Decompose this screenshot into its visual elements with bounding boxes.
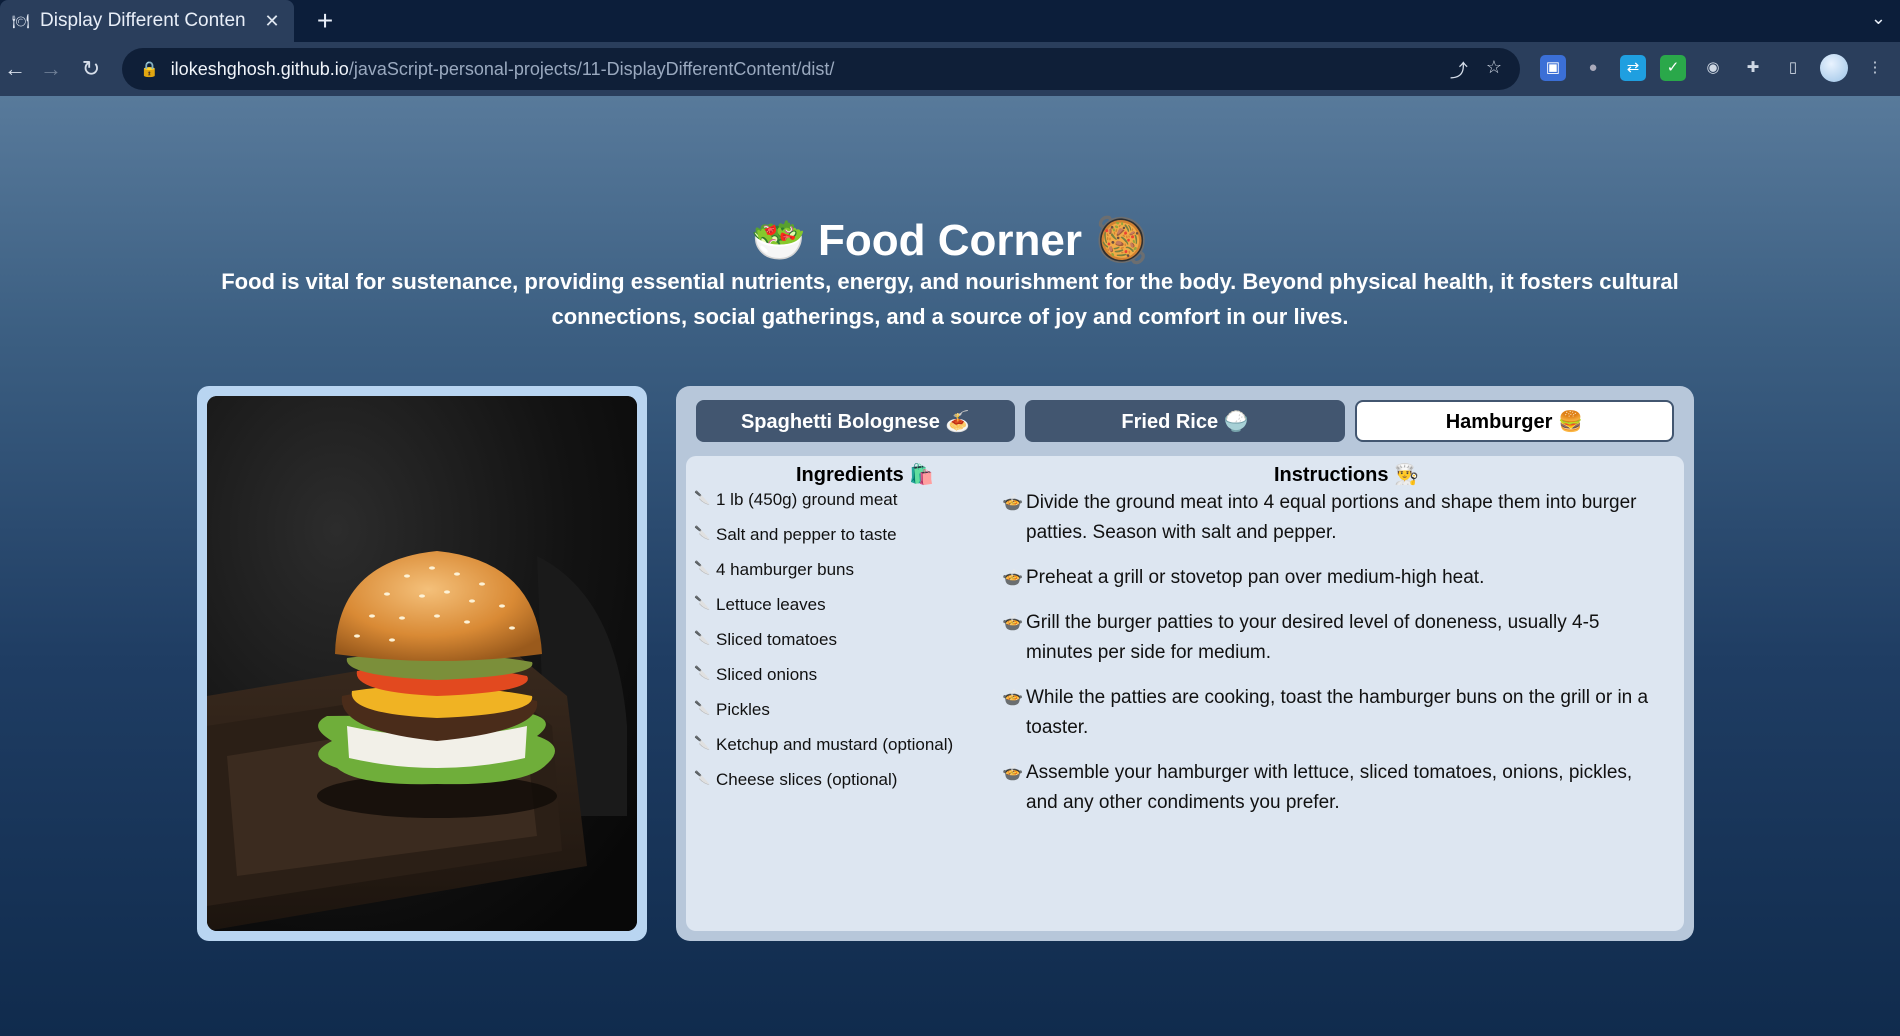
- share-icon[interactable]: ⤴: [1450, 57, 1468, 83]
- list-item: 🔪 Ketchup and mustard (optional): [694, 735, 954, 754]
- ingredients-heading: Ingredients 🛍️: [796, 464, 935, 486]
- star-icon[interactable]: ☆: [1486, 57, 1502, 83]
- list-item: 🔪 Sliced onions: [694, 665, 818, 684]
- ingredients-list: 🔪 1 lb (450g) ground meat 🔪 Salt and peppe…: [694, 490, 994, 805]
- camera-icon[interactable]: ◉: [1700, 55, 1726, 81]
- extensions-bar: ▣ ● ⇄ ✓ ◉ ✚ ▯ ⋮: [1540, 54, 1888, 82]
- food-photo-card: [197, 386, 647, 941]
- cooking-pot-icon: 🍲: [1002, 688, 1024, 707]
- instruction-step: 🍲 While the patties are cooking, toast th…: [1002, 683, 1668, 743]
- avatar[interactable]: [1820, 54, 1848, 82]
- instruction-step: 🍲 Assemble your hamburger with lettuce, s…: [1002, 758, 1668, 818]
- food-photo: [207, 396, 637, 931]
- knife-icon: 🔪: [694, 525, 711, 540]
- close-icon[interactable]: ✕: [262, 11, 282, 32]
- list-item: 🔪 1 lb (450g) ground meat: [694, 490, 898, 509]
- tab-fried-rice[interactable]: Fried Rice 🍚: [1025, 400, 1345, 442]
- url-text: ilokeshghosh.github.io/javaScript-person…: [170, 58, 835, 79]
- cooking-pot-icon: 🍲: [1002, 763, 1024, 782]
- forward-icon[interactable]: →: [36, 54, 66, 84]
- tab-title: Display Different Conten: [40, 10, 246, 31]
- instruction-step: 🍲 Preheat a grill or stovetop pan over me…: [1002, 563, 1668, 593]
- recipe-card: Spaghetti Bolognese 🍝 Fried Rice 🍚 Hambu…: [676, 386, 1694, 941]
- list-item: 🔪 Salt and pepper to taste: [694, 525, 897, 544]
- knife-icon: 🔪: [694, 735, 711, 750]
- extension-icon[interactable]: ▣: [1540, 55, 1566, 81]
- cooking-pot-icon: 🍲: [1002, 493, 1024, 512]
- favicon-icon: 🍽: [12, 12, 30, 29]
- hamburger-image: [207, 396, 637, 931]
- knife-icon: 🔪: [694, 560, 711, 575]
- extension-icon[interactable]: ●: [1580, 55, 1606, 81]
- menu-icon[interactable]: ⋮: [1862, 55, 1888, 81]
- instructions-list: 🍲 Divide the ground meat into 4 equal por…: [1002, 488, 1668, 833]
- intro-text: Food is vital for sustenance, providing …: [221, 269, 1679, 329]
- lock-icon: 🔒: [140, 61, 159, 78]
- knife-icon: 🔪: [694, 490, 711, 505]
- recipe-tabs: Spaghetti Bolognese 🍝 Fried Rice 🍚 Hambu…: [686, 400, 1684, 442]
- instructions-heading: Instructions 👨‍🍳: [1274, 464, 1419, 486]
- list-item: 🔪 Sliced tomatoes: [694, 630, 837, 649]
- cooking-pot-icon: 🍲: [1002, 613, 1024, 632]
- browser-toolbar: ← → ↻ 🔒 ilokeshghosh.github.io/javaScrip…: [0, 42, 1900, 96]
- cooking-pot-icon: 🍲: [1002, 568, 1024, 587]
- chevron-down-icon[interactable]: ⌄: [1871, 8, 1886, 29]
- list-item: 🔪 Cheese slices (optional): [694, 770, 898, 789]
- reload-icon[interactable]: ↻: [76, 54, 106, 84]
- instruction-step: 🍲 Divide the ground meat into 4 equal por…: [1002, 488, 1668, 548]
- new-tab-button[interactable]: +: [310, 6, 340, 36]
- sidebar-icon[interactable]: ▯: [1780, 55, 1806, 81]
- page-title: 🥗 Food Corner 🥘: [751, 216, 1149, 265]
- tab-spaghetti-bolognese[interactable]: Spaghetti Bolognese 🍝: [696, 400, 1016, 442]
- extension-icon[interactable]: ⇄: [1620, 55, 1646, 81]
- knife-icon: 🔪: [694, 630, 711, 645]
- list-item: 🔪 Pickles: [694, 700, 770, 719]
- back-icon[interactable]: ←: [0, 54, 30, 84]
- browser-tabstrip: 🍽 Display Different Conten ✕ + ⌄: [0, 0, 1900, 42]
- knife-icon: 🔪: [694, 700, 711, 715]
- browser-tab[interactable]: 🍽 Display Different Conten ✕: [0, 0, 294, 42]
- list-item: 🔪 4 hamburger buns: [694, 560, 854, 579]
- knife-icon: 🔪: [694, 665, 711, 680]
- address-bar[interactable]: 🔒 ilokeshghosh.github.io/javaScript-pers…: [122, 48, 1520, 90]
- shield-icon[interactable]: ✓: [1660, 55, 1686, 81]
- list-item: 🔪 Lettuce leaves: [694, 595, 826, 614]
- tab-hamburger[interactable]: Hamburger 🍔: [1354, 400, 1674, 442]
- page: 🥗 Food Corner 🥘 Food is vital for susten…: [0, 96, 1900, 1036]
- instruction-step: 🍲 Grill the burger patties to your desire…: [1002, 608, 1668, 668]
- puzzle-icon[interactable]: ✚: [1740, 55, 1766, 81]
- recipe-content: Ingredients 🛍️ Instructions 👨‍🍳 🔪 1 lb (4…: [686, 456, 1684, 931]
- knife-icon: 🔪: [694, 770, 711, 785]
- knife-icon: 🔪: [694, 595, 711, 610]
